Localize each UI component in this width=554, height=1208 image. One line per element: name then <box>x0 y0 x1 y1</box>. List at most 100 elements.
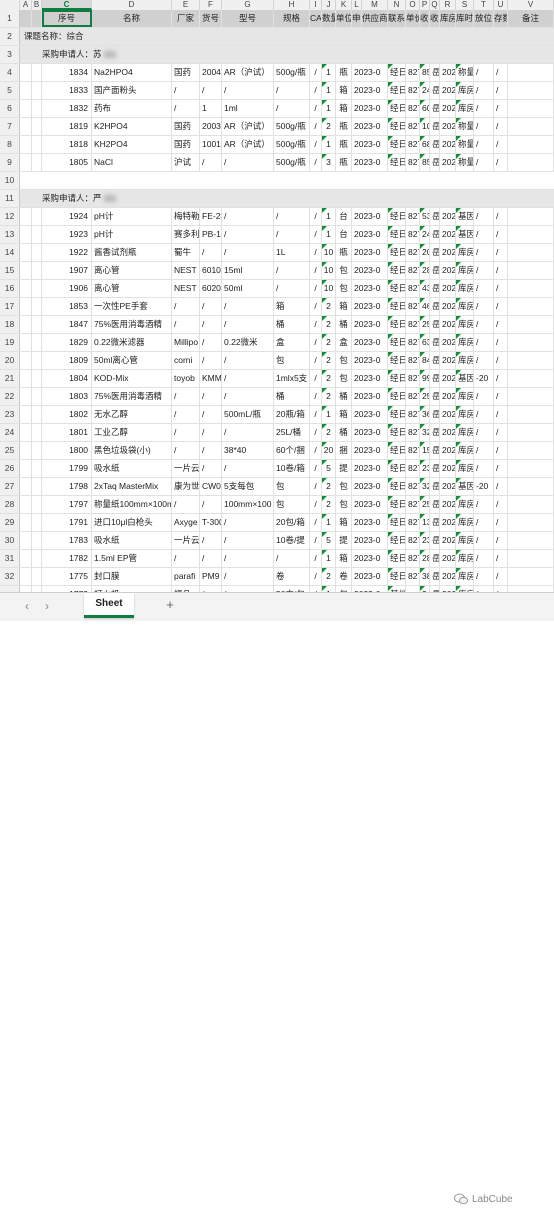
cell-cas[interactable]: / <box>310 208 322 225</box>
column-header-s[interactable]: S <box>456 0 474 10</box>
cell-date[interactable]: 2023-0 <box>352 496 388 513</box>
cell-rcv[interactable]: 岳 <box>430 136 440 153</box>
table-row[interactable]: 28 1797 称量纸100mm×100m //100mm×100 包/2 包 2023-0… <box>0 496 554 514</box>
cell-maker[interactable]: / <box>172 424 200 441</box>
cell-model[interactable]: / <box>222 460 274 477</box>
table-row[interactable]: 141922酱香试剂瓶蜀牛//1L/10瓶2023-0经日82720岳202库房… <box>0 244 554 262</box>
cell-unit[interactable]: 箱 <box>336 406 352 423</box>
cell-model[interactable]: / <box>222 154 274 171</box>
cell-rcv_date[interactable]: 202 <box>440 208 456 225</box>
cell-cas[interactable]: / <box>310 514 322 531</box>
cell-spec[interactable]: 包 <box>274 352 310 369</box>
cell-cas[interactable]: / <box>310 352 322 369</box>
cell-model[interactable]: / <box>222 370 274 387</box>
column-header-e[interactable]: E <box>172 0 200 10</box>
cell-maker[interactable]: 沪试 <box>172 154 200 171</box>
cell-unit[interactable]: 卷 <box>336 568 352 585</box>
cell-cas[interactable]: / <box>310 82 322 99</box>
cell-maker[interactable]: / <box>172 100 200 117</box>
cell-rcv[interactable]: 岳 <box>430 334 440 351</box>
table-cell[interactable] <box>32 118 42 135</box>
cell-contact[interactable]: 827 <box>406 334 420 351</box>
cell-name[interactable]: 药布 <box>92 100 172 117</box>
cell-stor_time[interactable]: / <box>474 244 494 261</box>
cell-name[interactable]: 1.5ml EP管 <box>92 550 172 567</box>
table-cell[interactable] <box>32 154 42 171</box>
header-cell-rcv[interactable]: 收获 <box>420 10 430 27</box>
cell-rcv_date[interactable]: 202 <box>440 82 456 99</box>
cell-seq[interactable]: 1832 <box>42 100 92 117</box>
table-row[interactable]: 3117821.5ml EP管/////1箱2023-0经日82728岳202库… <box>0 550 554 568</box>
table-cell[interactable] <box>20 262 32 279</box>
cell-unit[interactable]: 瓶 <box>336 244 352 261</box>
table-cell[interactable] <box>508 244 554 261</box>
cell-rcv_date[interactable]: 202 <box>440 550 456 567</box>
cell-item_no[interactable]: 6010 <box>200 262 222 279</box>
table-cell[interactable] <box>508 262 554 279</box>
cell-location[interactable]: / <box>494 82 508 99</box>
cell-contact[interactable]: 827 <box>406 244 420 261</box>
cell-location[interactable]: / <box>494 370 508 387</box>
cell-location[interactable]: / <box>494 442 508 459</box>
cell-rcv[interactable]: 岳 <box>430 244 440 261</box>
cell-name[interactable]: 进口10μl白枪头 <box>92 514 172 531</box>
cell-rcv_date[interactable]: 202 <box>440 568 456 585</box>
header-cell-name[interactable]: 名称 <box>92 10 172 27</box>
cell-contact[interactable]: 827 <box>406 514 420 531</box>
cell-model[interactable]: / <box>222 244 274 261</box>
cell-stor_time[interactable]: / <box>474 334 494 351</box>
cell-maker[interactable]: / <box>172 316 200 333</box>
cell-cas[interactable]: / <box>310 262 322 279</box>
cell-maker[interactable]: corni <box>172 352 200 369</box>
cell-model[interactable]: 15ml <box>222 262 274 279</box>
cell-cas[interactable]: / <box>310 568 322 585</box>
cell-contact[interactable]: 827 <box>406 64 420 81</box>
cell-date[interactable]: 2023-0 <box>352 478 388 495</box>
table-cell[interactable] <box>508 514 554 531</box>
cell-location[interactable]: / <box>494 316 508 333</box>
header-cell-supplier[interactable]: 供应商 <box>362 10 388 27</box>
cell-location[interactable]: / <box>494 298 508 315</box>
cell-date[interactable]: 2023-0 <box>352 460 388 477</box>
cell-name[interactable]: 一次性PE手套 <box>92 298 172 315</box>
header-cell-model[interactable]: 型号 <box>222 10 274 27</box>
row-number[interactable]: 18 <box>0 316 20 333</box>
cell-spec[interactable]: 箱 <box>274 298 310 315</box>
cell-contact[interactable]: 827 <box>406 532 420 549</box>
cell-item_no[interactable]: 20040 <box>200 64 222 81</box>
cell-location[interactable]: / <box>494 100 508 117</box>
cell-date[interactable]: 2023-0 <box>352 514 388 531</box>
cell-unit[interactable]: 包 <box>336 370 352 387</box>
cell-stor_time[interactable]: / <box>474 154 494 171</box>
cell-rcv[interactable]: 岳 <box>430 262 440 279</box>
cell-rcv[interactable]: 岳 <box>430 550 440 567</box>
cell-date[interactable]: 2023-0 <box>352 118 388 135</box>
table-cell[interactable] <box>508 388 554 405</box>
header-cell-qty[interactable]: 数量 <box>322 10 336 27</box>
cell-model[interactable]: / <box>222 424 274 441</box>
column-header-p[interactable]: P <box>420 0 430 10</box>
cell-rcv[interactable]: 岳 <box>430 496 440 513</box>
table-cell[interactable] <box>32 316 42 333</box>
table-row[interactable]: 171853一次性PE手套///箱/2箱2023-0经日82746岳202库房/… <box>0 298 554 316</box>
cell-seq[interactable]: 1834 <box>42 64 92 81</box>
column-header-j[interactable]: J <box>322 0 336 10</box>
cell-name[interactable]: NaCl <box>92 154 172 171</box>
table-cell[interactable] <box>20 370 32 387</box>
cell-contact[interactable]: 827 <box>406 352 420 369</box>
table-cell[interactable] <box>508 442 554 459</box>
cell-location[interactable]: / <box>494 532 508 549</box>
cell-spec[interactable]: / <box>274 262 310 279</box>
cell-cas[interactable]: / <box>310 64 322 81</box>
cell-spec[interactable]: / <box>274 280 310 297</box>
header-cell-price[interactable]: 单价 <box>406 10 420 27</box>
cell-stor_time[interactable]: / <box>474 388 494 405</box>
cell-contact[interactable]: 827 <box>406 154 420 171</box>
cell-maker[interactable]: / <box>172 406 200 423</box>
cell-item_no[interactable]: 6020 <box>200 280 222 297</box>
table-cell[interactable] <box>508 496 554 513</box>
table-cell[interactable] <box>20 496 32 513</box>
cell-name[interactable]: K2HPO4 <box>92 118 172 135</box>
header-cell-item_no[interactable]: 货号 <box>200 10 222 27</box>
cell-date[interactable]: 2023-0 <box>352 244 388 261</box>
